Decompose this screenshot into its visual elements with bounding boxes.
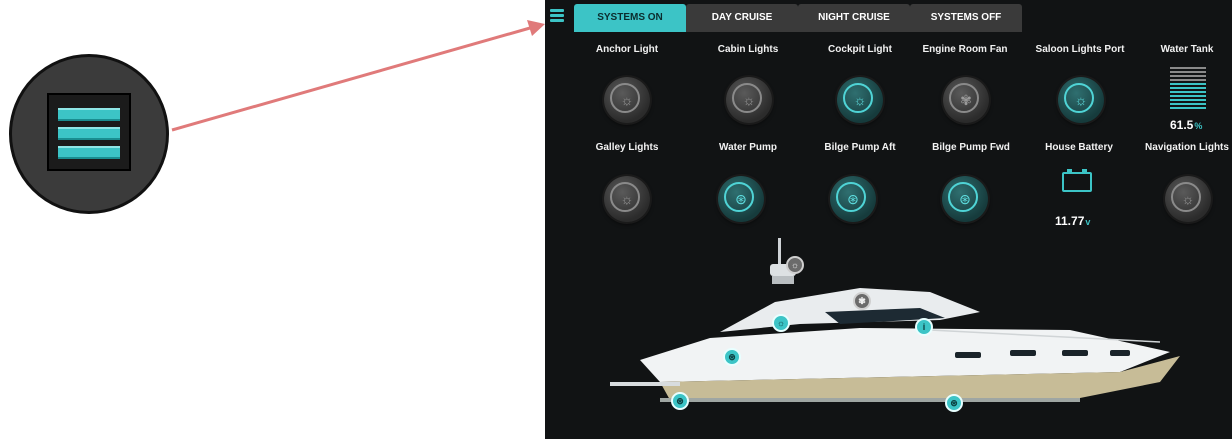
water-tank-gauge: [1170, 67, 1206, 111]
tank-level-bar: [1170, 99, 1206, 101]
tank-level-bar: [1170, 87, 1206, 89]
tab-night-cruise[interactable]: NIGHT CRUISE: [798, 4, 910, 32]
galley-lights-label: Galley Lights: [595, 142, 659, 153]
water-pump-toggle[interactable]: ⊛: [718, 176, 764, 222]
house-battery-label: House Battery: [1045, 142, 1113, 153]
cockpit-light-toggle[interactable]: ☼: [837, 77, 883, 123]
boat-pin-cockpit-light[interactable]: ☼: [772, 314, 790, 332]
boat-pin-info[interactable]: i: [915, 318, 933, 336]
tank-level-bar: [1170, 107, 1206, 109]
house-battery-value: 11.77v: [1055, 214, 1091, 228]
water-tank-value: 61.5%: [1170, 118, 1203, 132]
boat-control-app: SYSTEMS ON DAY CRUISE NIGHT CRUISE SYSTE…: [545, 0, 1232, 439]
bilge-pump-aft-toggle[interactable]: ⊛: [830, 176, 876, 222]
tab-day-cruise[interactable]: DAY CRUISE: [686, 4, 798, 32]
boat-pin-bilge-pump-fwd[interactable]: ⊛: [945, 394, 963, 412]
engine-room-fan-label: Engine Room Fan: [922, 44, 1008, 55]
callout-arrow: [171, 20, 545, 132]
navigation-lights-label: Navigation Lights: [1145, 142, 1229, 153]
galley-lights-toggle[interactable]: ☼: [604, 176, 650, 222]
cabin-lights-label: Cabin Lights: [717, 44, 779, 55]
light-bulb-icon: ☼: [620, 92, 634, 108]
light-bulb-icon: ☼: [1181, 191, 1195, 207]
bilge-pump-fwd-label: Bilge Pump Fwd: [932, 142, 1010, 153]
hamburger-menu-icon[interactable]: [550, 9, 564, 23]
tank-level-bar: [1170, 95, 1206, 97]
tank-level-bar: [1170, 75, 1206, 77]
tank-level-bar: [1170, 83, 1206, 85]
tank-level-bar: [1170, 71, 1206, 73]
bilge-pump-fwd-toggle[interactable]: ⊛: [942, 176, 988, 222]
water-tank-label: Water Tank: [1160, 44, 1214, 55]
light-bulb-icon: ☼: [853, 92, 867, 108]
tank-level-bar: [1170, 103, 1206, 105]
engine-room-fan-toggle[interactable]: ✾: [943, 77, 989, 123]
light-bulb-icon: ☼: [620, 191, 634, 207]
anchor-light-label: Anchor Light: [595, 44, 659, 55]
battery-icon: [1062, 169, 1092, 192]
saloon-lights-port-label: Saloon Lights Port: [1035, 44, 1125, 55]
pump-icon: ⊛: [735, 191, 747, 207]
light-bulb-icon: ☼: [1074, 92, 1088, 108]
anchor-light-toggle[interactable]: ☼: [604, 77, 650, 123]
yacht-illustration: [610, 238, 1180, 402]
tab-systems-off[interactable]: SYSTEMS OFF: [910, 4, 1022, 32]
fan-icon: ✾: [960, 92, 972, 108]
boat-pin-fan[interactable]: ✾: [853, 292, 871, 310]
navigation-lights-toggle[interactable]: ☼: [1165, 176, 1211, 222]
tank-level-bar: [1170, 67, 1206, 69]
pump-icon: ⊛: [847, 191, 859, 207]
boat-pin-water-pump[interactable]: ⊛: [723, 348, 741, 366]
page-indicator: [883, 432, 907, 439]
boat-pin-radar-light[interactable]: ☼: [786, 256, 804, 274]
tab-systems-on[interactable]: SYSTEMS ON: [574, 4, 686, 32]
boat-pin-bilge-pump-aft[interactable]: ⊛: [671, 392, 689, 410]
pump-icon: ⊛: [959, 191, 971, 207]
cabin-lights-toggle[interactable]: ☼: [726, 77, 772, 123]
bilge-pump-aft-label: Bilge Pump Aft: [824, 142, 896, 153]
tank-level-bar: [1170, 79, 1206, 81]
top-bar: SYSTEMS ON DAY CRUISE NIGHT CRUISE SYSTE…: [545, 0, 1232, 34]
saloon-lights-port-toggle[interactable]: ☼: [1058, 77, 1104, 123]
tank-level-bar: [1170, 91, 1206, 93]
light-bulb-icon: ☼: [742, 92, 756, 108]
cockpit-light-label: Cockpit Light: [828, 44, 892, 55]
water-pump-label: Water Pump: [719, 142, 777, 153]
